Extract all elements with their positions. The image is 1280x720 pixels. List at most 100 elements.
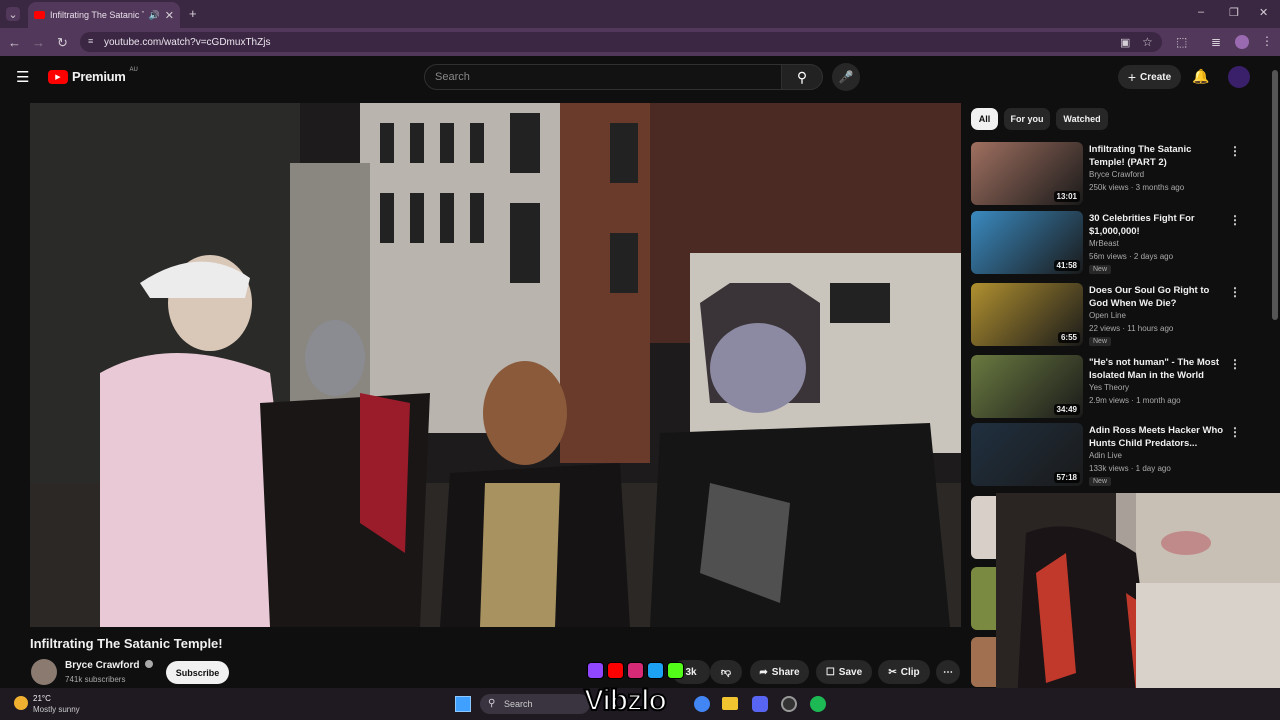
- cast-icon[interactable]: ▣: [1120, 36, 1130, 49]
- back-icon[interactable]: ←: [8, 35, 21, 50]
- new-badge: New: [1089, 337, 1112, 346]
- microphone-icon: 🎤: [838, 70, 854, 84]
- suggestion-item[interactable]: 13:01 Infiltrating The Satanic Temple! (P…: [971, 142, 1271, 208]
- suggestion-channel[interactable]: Yes Theory: [1089, 383, 1129, 392]
- address-bar[interactable]: ≡ youtube.com/watch?v=cGDmuxThZjs: [80, 32, 1162, 52]
- save-button[interactable]: ☐ Save: [816, 660, 872, 684]
- like-count: 3k: [685, 666, 697, 678]
- chip-all[interactable]: All: [971, 108, 998, 130]
- search-input[interactable]: Search: [424, 64, 782, 90]
- reload-icon[interactable]: ↻: [57, 35, 68, 51]
- more-actions-button[interactable]: ⋯: [936, 660, 960, 684]
- bookmark-icon: ☐: [825, 666, 835, 678]
- twitter-icon: [647, 662, 664, 679]
- taskbar-search[interactable]: ⚲ Search: [480, 694, 590, 714]
- suggestion-menu-icon[interactable]: ⋮: [1229, 425, 1241, 439]
- suggestion-item[interactable]: 34:49 "He's not human" - The Most Isolate…: [971, 355, 1271, 421]
- channel-avatar[interactable]: [31, 659, 57, 685]
- new-badge: New: [1089, 265, 1112, 274]
- forward-icon[interactable]: →: [32, 35, 45, 50]
- close-window-icon[interactable]: ✕: [1259, 6, 1268, 19]
- video-duration: 6:55: [1057, 332, 1080, 343]
- account-avatar[interactable]: [1228, 66, 1250, 88]
- streamer-watermark: Vibzlo: [583, 683, 668, 718]
- site-info-icon[interactable]: ≡: [88, 36, 93, 46]
- suggestion-title[interactable]: Does Our Soul Go Right to God When We Di…: [1089, 284, 1225, 310]
- channel-name[interactable]: Bryce Crawford: [65, 660, 154, 671]
- discord-icon[interactable]: [752, 696, 768, 712]
- chip-for-you[interactable]: For you: [1004, 108, 1050, 130]
- suggestion-thumbnail[interactable]: 13:01: [971, 142, 1083, 205]
- logo-text: Premium: [72, 69, 126, 84]
- windows-start-icon[interactable]: [455, 696, 471, 712]
- suggestion-thumbnail[interactable]: 34:49: [971, 355, 1083, 418]
- minimize-icon[interactable]: –: [1198, 6, 1204, 18]
- browser-tab[interactable]: Infiltrating The Satanic Temp 🔊 ✕: [28, 2, 180, 28]
- suggestion-title[interactable]: "He's not human" - The Most Isolated Man…: [1089, 356, 1225, 382]
- media-control-icon[interactable]: ≣: [1211, 35, 1221, 49]
- youtube-premium-logo[interactable]: ▶ Premium AU: [48, 66, 138, 84]
- share-button[interactable]: ➦ Share: [750, 660, 809, 684]
- speaker-icon[interactable]: 🔊: [149, 10, 160, 21]
- suggestion-menu-icon[interactable]: ⋮: [1229, 144, 1241, 158]
- plus-icon: +: [1127, 69, 1137, 85]
- suggestion-thumbnail[interactable]: 41:58: [971, 211, 1083, 274]
- weather-sun-icon[interactable]: [14, 696, 28, 710]
- create-button[interactable]: + Create: [1118, 65, 1181, 89]
- suggestion-title[interactable]: Infiltrating The Satanic Temple! (PART 2…: [1089, 143, 1225, 169]
- profile-avatar[interactable]: [1235, 35, 1249, 49]
- tab-search-icon[interactable]: ⌄: [6, 7, 20, 21]
- suggestion-menu-icon[interactable]: ⋮: [1229, 213, 1241, 227]
- search-button[interactable]: ⚲: [781, 64, 823, 90]
- region-code: AU: [129, 66, 138, 73]
- chip-watched[interactable]: Watched: [1056, 108, 1108, 130]
- bookmark-star-icon[interactable]: ☆: [1142, 35, 1153, 49]
- clip-button[interactable]: ✂ Clip: [878, 660, 930, 684]
- suggestion-menu-icon[interactable]: ⋮: [1229, 285, 1241, 299]
- thumbs-down-icon: 👎︎: [720, 667, 732, 678]
- tab-close-icon[interactable]: ✕: [165, 9, 174, 22]
- suggestion-item[interactable]: 57:18 Adin Ross Meets Hacker Who Hunts Ch…: [971, 423, 1271, 489]
- suggestion-title[interactable]: 30 Celebrities Fight For $1,000,000!: [1089, 212, 1225, 238]
- dislike-button[interactable]: 👎︎: [710, 660, 742, 684]
- suggestion-thumbnail-partial[interactable]: [971, 637, 996, 687]
- suggestion-channel[interactable]: Adin Live: [1089, 451, 1122, 460]
- voice-search-button[interactable]: 🎤: [832, 63, 860, 91]
- hamburger-menu-icon[interactable]: ☰: [16, 68, 29, 86]
- suggestion-thumbnail[interactable]: 57:18: [971, 423, 1083, 486]
- suggestion-item[interactable]: 41:58 30 Celebrities Fight For $1,000,000…: [971, 211, 1271, 277]
- youtube-play-logo-icon: ▶: [48, 69, 68, 84]
- file-explorer-icon[interactable]: [722, 697, 738, 710]
- suggestion-channel[interactable]: Open Line: [1089, 311, 1126, 320]
- video-player[interactable]: [30, 103, 961, 627]
- suggestion-menu-icon[interactable]: ⋮: [1229, 357, 1241, 371]
- share-icon: ➦: [759, 666, 768, 678]
- browser-menu-icon[interactable]: ⋮: [1261, 34, 1273, 48]
- notifications-bell-icon[interactable]: 🔔: [1192, 68, 1209, 85]
- spotify-icon[interactable]: [810, 696, 826, 712]
- subscribe-button[interactable]: Subscribe: [166, 661, 229, 684]
- clip-label: Clip: [900, 666, 920, 678]
- share-label: Share: [771, 666, 800, 678]
- save-label: Save: [838, 666, 863, 678]
- suggestion-channel[interactable]: Bryce Crawford: [1089, 170, 1144, 179]
- steam-icon[interactable]: [781, 696, 797, 712]
- chrome-icon[interactable]: [694, 696, 710, 712]
- new-tab-button[interactable]: +: [189, 6, 197, 21]
- scrollbar-thumb[interactable]: [1272, 70, 1278, 320]
- youtube-icon: [607, 662, 624, 679]
- suggestion-meta: 250k views · 3 months ago: [1089, 183, 1185, 192]
- suggestion-channel[interactable]: MrBeast: [1089, 239, 1119, 248]
- restore-icon[interactable]: ❐: [1229, 6, 1239, 19]
- verified-badge-icon: [145, 660, 154, 668]
- suggestion-thumbnail-partial[interactable]: [971, 567, 996, 630]
- suggestion-item[interactable]: 6:55 Does Our Soul Go Right to God When W…: [971, 283, 1271, 349]
- weather-temp: 21°C: [33, 694, 51, 703]
- instagram-icon: [627, 662, 644, 679]
- youtube-favicon-icon: [34, 11, 45, 19]
- social-icons-overlay: [587, 662, 684, 679]
- extensions-icon[interactable]: ⬚: [1176, 35, 1187, 49]
- suggestion-thumbnail-partial[interactable]: [971, 496, 996, 559]
- suggestion-title[interactable]: Adin Ross Meets Hacker Who Hunts Child P…: [1089, 424, 1225, 450]
- suggestion-thumbnail[interactable]: 6:55: [971, 283, 1083, 346]
